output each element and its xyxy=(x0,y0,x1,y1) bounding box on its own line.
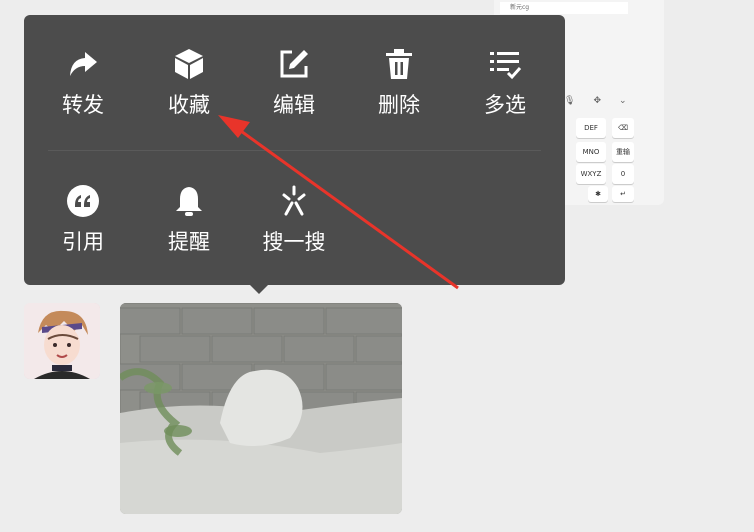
annotation-arrow xyxy=(218,115,459,290)
